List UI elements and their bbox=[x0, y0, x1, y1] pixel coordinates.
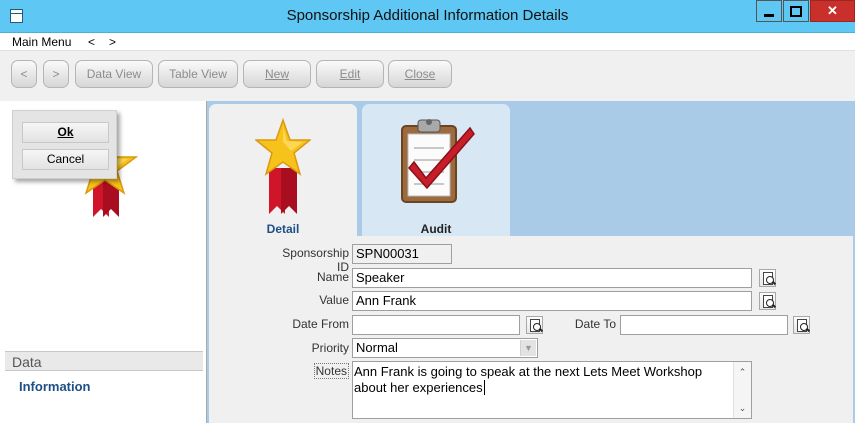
value-lookup-button[interactable] bbox=[759, 292, 776, 310]
minimize-icon bbox=[764, 13, 774, 17]
toolbar: < > Data View Table View New Edit Close bbox=[0, 50, 855, 101]
date-from-field[interactable] bbox=[352, 315, 520, 335]
date-to-label: Date To bbox=[574, 317, 616, 331]
value-field[interactable]: Ann Frank bbox=[352, 291, 752, 311]
close-button[interactable]: Close bbox=[388, 60, 452, 88]
maximize-icon bbox=[790, 5, 802, 17]
cancel-button[interactable]: Cancel bbox=[22, 149, 109, 170]
tab-audit[interactable]: Audit bbox=[362, 104, 510, 236]
magnifier-icon bbox=[766, 299, 774, 307]
date-from-picker-button[interactable] bbox=[526, 316, 543, 334]
scroll-down-icon[interactable]: ⌄ bbox=[734, 400, 751, 416]
clipboard-check-icon bbox=[394, 116, 478, 209]
main-menu[interactable]: Main Menu bbox=[12, 35, 71, 49]
title-bar: Sponsorship Additional Information Detai… bbox=[0, 0, 855, 33]
action-popup: Ok Cancel bbox=[12, 110, 117, 179]
date-from-label: Date From bbox=[292, 317, 349, 331]
magnifier-icon bbox=[800, 323, 808, 331]
date-to-field[interactable] bbox=[620, 315, 788, 335]
name-label: Name bbox=[316, 270, 349, 284]
maximize-button[interactable] bbox=[783, 0, 809, 22]
magnifier-icon bbox=[533, 323, 541, 331]
date-to-picker-button[interactable] bbox=[793, 316, 810, 334]
close-icon: ✕ bbox=[827, 3, 838, 18]
star-ribbon-icon bbox=[253, 117, 313, 221]
minimize-button[interactable] bbox=[756, 0, 782, 22]
menu-forward[interactable]: > bbox=[109, 35, 116, 49]
priority-label: Priority bbox=[311, 341, 349, 355]
name-field[interactable]: Speaker bbox=[352, 268, 752, 288]
edit-button[interactable]: Edit bbox=[316, 60, 384, 88]
ok-button[interactable]: Ok bbox=[22, 122, 109, 143]
scroll-up-icon[interactable]: ⌃ bbox=[734, 364, 751, 380]
tab-audit-label: Audit bbox=[420, 222, 452, 236]
notes-textarea[interactable]: Ann Frank is going to speak at the next … bbox=[352, 361, 752, 419]
priority-value: Normal bbox=[356, 340, 398, 355]
notes-scrollbar[interactable]: ⌃ ⌄ bbox=[733, 362, 751, 418]
sponsorship-id-field[interactable]: SPN00031 bbox=[352, 244, 452, 264]
notes-label: Notes bbox=[313, 363, 349, 379]
detail-area: Detail Audit Sponsorship ID SPN00031 Nam… bbox=[207, 101, 855, 423]
priority-select[interactable]: Normal ▼ bbox=[352, 338, 538, 358]
tab-detail-label: Detail bbox=[266, 222, 300, 236]
chevron-down-icon[interactable]: ▼ bbox=[520, 340, 536, 356]
sidebar-item-information[interactable]: Information bbox=[19, 379, 91, 394]
window-controls: ✕ bbox=[755, 0, 855, 22]
tab-detail[interactable]: Detail bbox=[209, 104, 357, 238]
value-label: Value bbox=[319, 293, 349, 307]
window-title: Sponsorship Additional Information Detai… bbox=[286, 7, 569, 24]
new-button[interactable]: New bbox=[243, 60, 311, 88]
notes-line-1: Ann Frank is going to speak at the next … bbox=[354, 364, 703, 379]
close-window-button[interactable]: ✕ bbox=[810, 0, 855, 22]
data-section-header[interactable]: Data bbox=[5, 351, 203, 371]
data-view-button[interactable]: Data View bbox=[75, 60, 153, 88]
next-record-button[interactable]: > bbox=[43, 60, 69, 88]
table-view-button[interactable]: Table View bbox=[158, 60, 238, 88]
menu-back[interactable]: < bbox=[88, 35, 95, 49]
notes-line-2: about her experiences bbox=[354, 380, 485, 395]
name-lookup-button[interactable] bbox=[759, 269, 776, 287]
notes-label-wrap: Notes bbox=[269, 363, 349, 379]
ok-label: Ok bbox=[57, 125, 74, 139]
detail-form: Sponsorship ID SPN00031 Name Speaker Val… bbox=[209, 236, 853, 423]
prev-record-button[interactable]: < bbox=[11, 60, 37, 88]
menu-bar: Main Menu < > bbox=[0, 33, 855, 50]
magnifier-icon bbox=[766, 276, 774, 284]
